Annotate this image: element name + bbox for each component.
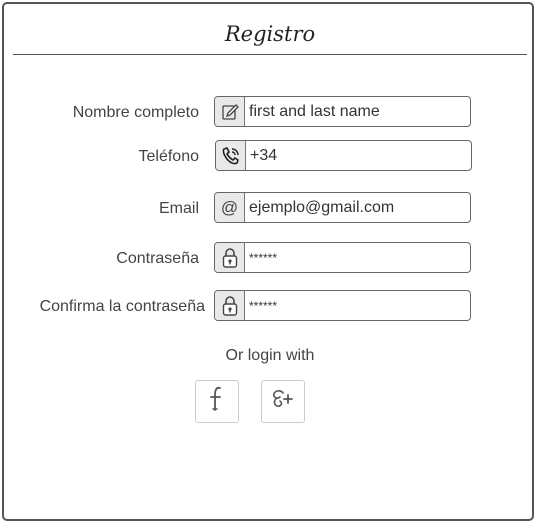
email-row: Email @ — [4, 192, 536, 226]
edit-icon — [215, 97, 245, 126]
phone-icon — [216, 141, 246, 170]
facebook-login-button[interactable] — [195, 380, 239, 423]
confirm-password-label: Confirma la contraseña — [39, 298, 205, 315]
title-divider — [13, 54, 527, 55]
lock-icon — [215, 291, 245, 320]
password-input[interactable] — [246, 243, 470, 272]
alt-login-text: Or login with — [225, 347, 315, 364]
fullname-label: Nombre completo — [72, 104, 199, 121]
fullname-row: Nombre completo — [4, 96, 536, 130]
fullname-field[interactable] — [214, 96, 471, 127]
registration-card: Registro Nombre completo Teléfono — [2, 2, 534, 521]
email-field[interactable]: @ — [214, 192, 471, 223]
google-plus-icon — [269, 386, 297, 417]
fullname-input[interactable] — [246, 97, 470, 126]
email-input[interactable] — [246, 193, 470, 222]
phone-input[interactable] — [247, 141, 471, 170]
at-icon: @ — [215, 193, 245, 222]
form-title: Registro — [224, 22, 316, 46]
confirm-password-row: Confirma la contraseña — [4, 290, 536, 324]
confirm-password-input[interactable] — [246, 291, 470, 320]
facebook-icon — [207, 385, 227, 418]
confirm-password-field[interactable] — [214, 290, 471, 321]
email-label: Email — [158, 200, 199, 217]
phone-row: Teléfono — [4, 140, 536, 174]
password-field[interactable] — [214, 242, 471, 273]
password-label: Contraseña — [116, 250, 199, 267]
password-row: Contraseña — [4, 242, 536, 276]
lock-icon — [215, 243, 245, 272]
phone-label: Teléfono — [138, 148, 200, 165]
google-plus-login-button[interactable] — [261, 380, 305, 423]
phone-field[interactable] — [215, 140, 472, 171]
